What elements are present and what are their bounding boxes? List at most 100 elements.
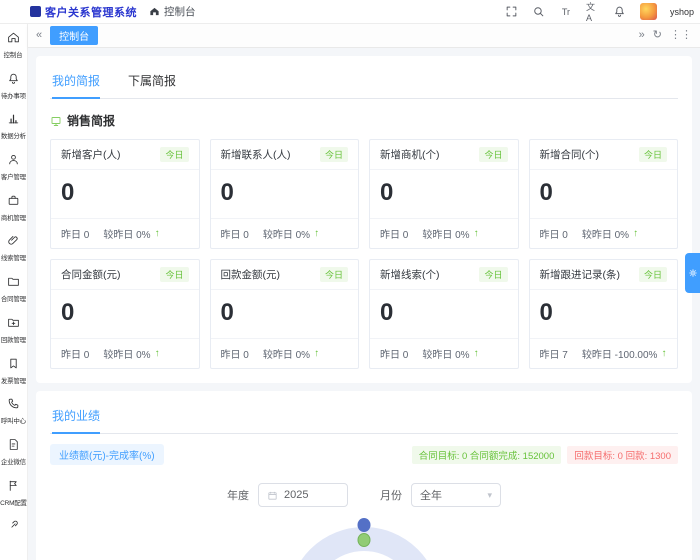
language-icon[interactable]: 文A: [586, 2, 600, 23]
sidebar-item-console[interactable]: 控制台: [0, 31, 28, 72]
document-icon: [7, 438, 20, 456]
collapse-sidebar-icon[interactable]: «: [36, 30, 42, 41]
sidebar-item-contract[interactable]: 合同管理: [0, 275, 28, 316]
metric-chip[interactable]: 业绩额(元)-完成率(%): [50, 444, 164, 465]
card-change: 较昨日 0%: [103, 350, 151, 361]
up-arrow-icon: ↑: [473, 228, 479, 239]
month-label: 月份: [380, 490, 402, 502]
stat-card-new-contracts[interactable]: 新增合同(个) 今日 0 昨日 0 较昨日 0% ↑: [528, 139, 678, 249]
top-header: 客户关系管理系统 控制台 Tr 文A yshop: [0, 0, 700, 24]
card-change: 较昨日 0%: [103, 230, 151, 241]
card-change: 较昨日 0%: [262, 230, 311, 241]
card-yesterday: 昨日 0: [380, 230, 409, 241]
card-value: 0: [220, 179, 234, 206]
card-title: 新增合同(个): [539, 149, 600, 161]
sidebar-item-todo[interactable]: 待办事项: [0, 72, 28, 113]
main-content: 我的简报 下属简报 销售简报 新增客户(人) 今日 0 昨日 0 较昨日 0% ↑ 新…: [28, 48, 700, 560]
stat-card-new-opportunities[interactable]: 新增商机(个) 今日 0 昨日 0 较昨日 0% ↑: [369, 139, 519, 249]
tab-options-icon[interactable]: ⋮⋮: [670, 30, 692, 41]
year-label: 年度: [227, 490, 249, 502]
up-arrow-icon: ↑: [314, 348, 320, 359]
refresh-icon[interactable]: ↻: [653, 30, 662, 41]
fullscreen-icon[interactable]: [505, 5, 519, 19]
card-value: 0: [539, 299, 553, 326]
up-arrow-icon: ↑: [473, 348, 479, 359]
tab-my-briefing[interactable]: 我的简报: [52, 72, 101, 99]
stat-card-new-contacts[interactable]: 新增联系人(人) 今日 0 昨日 0 较昨日 0% ↑: [209, 139, 359, 249]
card-title: 合同金额(元): [61, 269, 121, 281]
sidebar-item-wechat[interactable]: 企业微信: [0, 438, 28, 479]
stat-card-contract-amount[interactable]: 合同金额(元) 今日 0 昨日 0 较昨日 0% ↑: [50, 259, 200, 369]
sidebar: 控制台 待办事项 数据分析 客户管理 商机管理 线索管理 合同管理 回款管理 发…: [0, 24, 28, 560]
sidebar-item-partial[interactable]: [0, 519, 28, 560]
avatar[interactable]: [639, 3, 657, 20]
sidebar-item-analysis[interactable]: 数据分析: [0, 112, 28, 153]
search-icon[interactable]: [532, 5, 546, 19]
sidebar-item-crm-config[interactable]: CRM配置: [0, 479, 28, 520]
user-icon: [7, 153, 20, 171]
today-badge: 今日: [160, 267, 189, 282]
sidebar-item-invoice[interactable]: 发票管理: [0, 357, 28, 398]
stat-card-new-leads[interactable]: 新增线索(个) 今日 0 昨日 0 较昨日 0% ↑: [369, 259, 519, 369]
year-picker[interactable]: 2025: [258, 483, 348, 507]
up-arrow-icon: ↑: [661, 348, 667, 359]
bell-icon[interactable]: [613, 5, 627, 19]
tags-view-bar: « 控制台 » ↻ ⋮⋮: [28, 24, 700, 48]
gauge-dot-receivable: [357, 533, 371, 547]
monitor-icon: [51, 116, 61, 126]
tab-console[interactable]: 控制台: [50, 26, 99, 45]
year-value: 2025: [284, 489, 309, 501]
bar-chart-icon: [7, 112, 20, 130]
briefing-panel: 我的简报 下属简报 销售简报 新增客户(人) 今日 0 昨日 0 较昨日 0% ↑ 新…: [36, 56, 692, 383]
tab-my-performance[interactable]: 我的业绩: [52, 407, 101, 434]
translate-icon[interactable]: Tr: [559, 5, 573, 19]
phone-icon: [7, 397, 20, 415]
today-badge: 今日: [638, 147, 667, 162]
up-arrow-icon: ↑: [314, 228, 320, 239]
up-arrow-icon: ↑: [633, 228, 639, 239]
stat-card-new-customers[interactable]: 新增客户(人) 今日 0 昨日 0 较昨日 0% ↑: [50, 139, 200, 249]
card-title: 新增联系人(人): [220, 149, 291, 161]
card-yesterday: 昨日 0: [61, 230, 90, 241]
card-change: 较昨日 0%: [262, 350, 311, 361]
gear-icon: [688, 269, 697, 277]
sidebar-item-receivables[interactable]: 回款管理: [0, 316, 28, 357]
briefing-tabs: 我的简报 下属简报: [50, 66, 678, 99]
tab-subordinate-briefing[interactable]: 下属简报: [128, 72, 176, 98]
sidebar-item-business[interactable]: 商机管理: [0, 194, 28, 235]
today-badge: 今日: [479, 267, 508, 282]
home-icon: [7, 31, 20, 49]
month-select[interactable]: 全年 ▾: [411, 483, 501, 507]
stat-cards-grid: 新增客户(人) 今日 0 昨日 0 较昨日 0% ↑ 新增联系人(人) 今日 0 昨日 …: [50, 139, 678, 369]
sidebar-item-customer[interactable]: 客户管理: [0, 153, 28, 194]
app-logo[interactable]: 客户关系管理系统: [30, 4, 137, 20]
expand-tabs-icon[interactable]: »: [639, 30, 645, 41]
chevron-down-icon: ▾: [487, 489, 492, 500]
flag-icon: [7, 479, 20, 497]
card-yesterday: 昨日 0: [380, 350, 409, 361]
home-icon: [150, 7, 159, 16]
settings-drawer-button[interactable]: [685, 253, 700, 293]
card-change: 较昨日 0%: [581, 230, 630, 241]
sidebar-item-callcenter[interactable]: 呼叫中心: [0, 397, 28, 438]
card-yesterday: 昨日 0: [220, 350, 249, 361]
sales-briefing-title: 销售简报: [50, 112, 678, 129]
card-title: 新增跟进记录(条): [539, 269, 621, 281]
username[interactable]: yshop: [670, 7, 694, 17]
card-change: 较昨日 0%: [422, 230, 470, 241]
today-badge: 今日: [160, 147, 189, 162]
card-title: 新增线索(个): [380, 269, 440, 281]
stat-card-new-followups[interactable]: 新增跟进记录(条) 今日 0 昨日 7 较昨日 -100.00% ↑: [528, 259, 678, 369]
gauge-dot-contract: [357, 518, 371, 532]
link-icon: [7, 519, 20, 537]
breadcrumb-label: 控制台: [164, 6, 196, 18]
card-yesterday: 昨日 7: [539, 350, 568, 361]
card-value: 0: [61, 299, 75, 326]
breadcrumb[interactable]: 控制台: [149, 4, 196, 19]
card-change: 较昨日 -100.00%: [581, 350, 658, 361]
today-badge: 今日: [319, 267, 348, 282]
briefcase-icon: [7, 194, 20, 212]
sidebar-item-leads[interactable]: 线索管理: [0, 234, 28, 275]
stat-card-receivable-amount[interactable]: 回款金额(元) 今日 0 昨日 0 较昨日 0% ↑: [209, 259, 359, 369]
today-badge: 今日: [319, 147, 348, 162]
